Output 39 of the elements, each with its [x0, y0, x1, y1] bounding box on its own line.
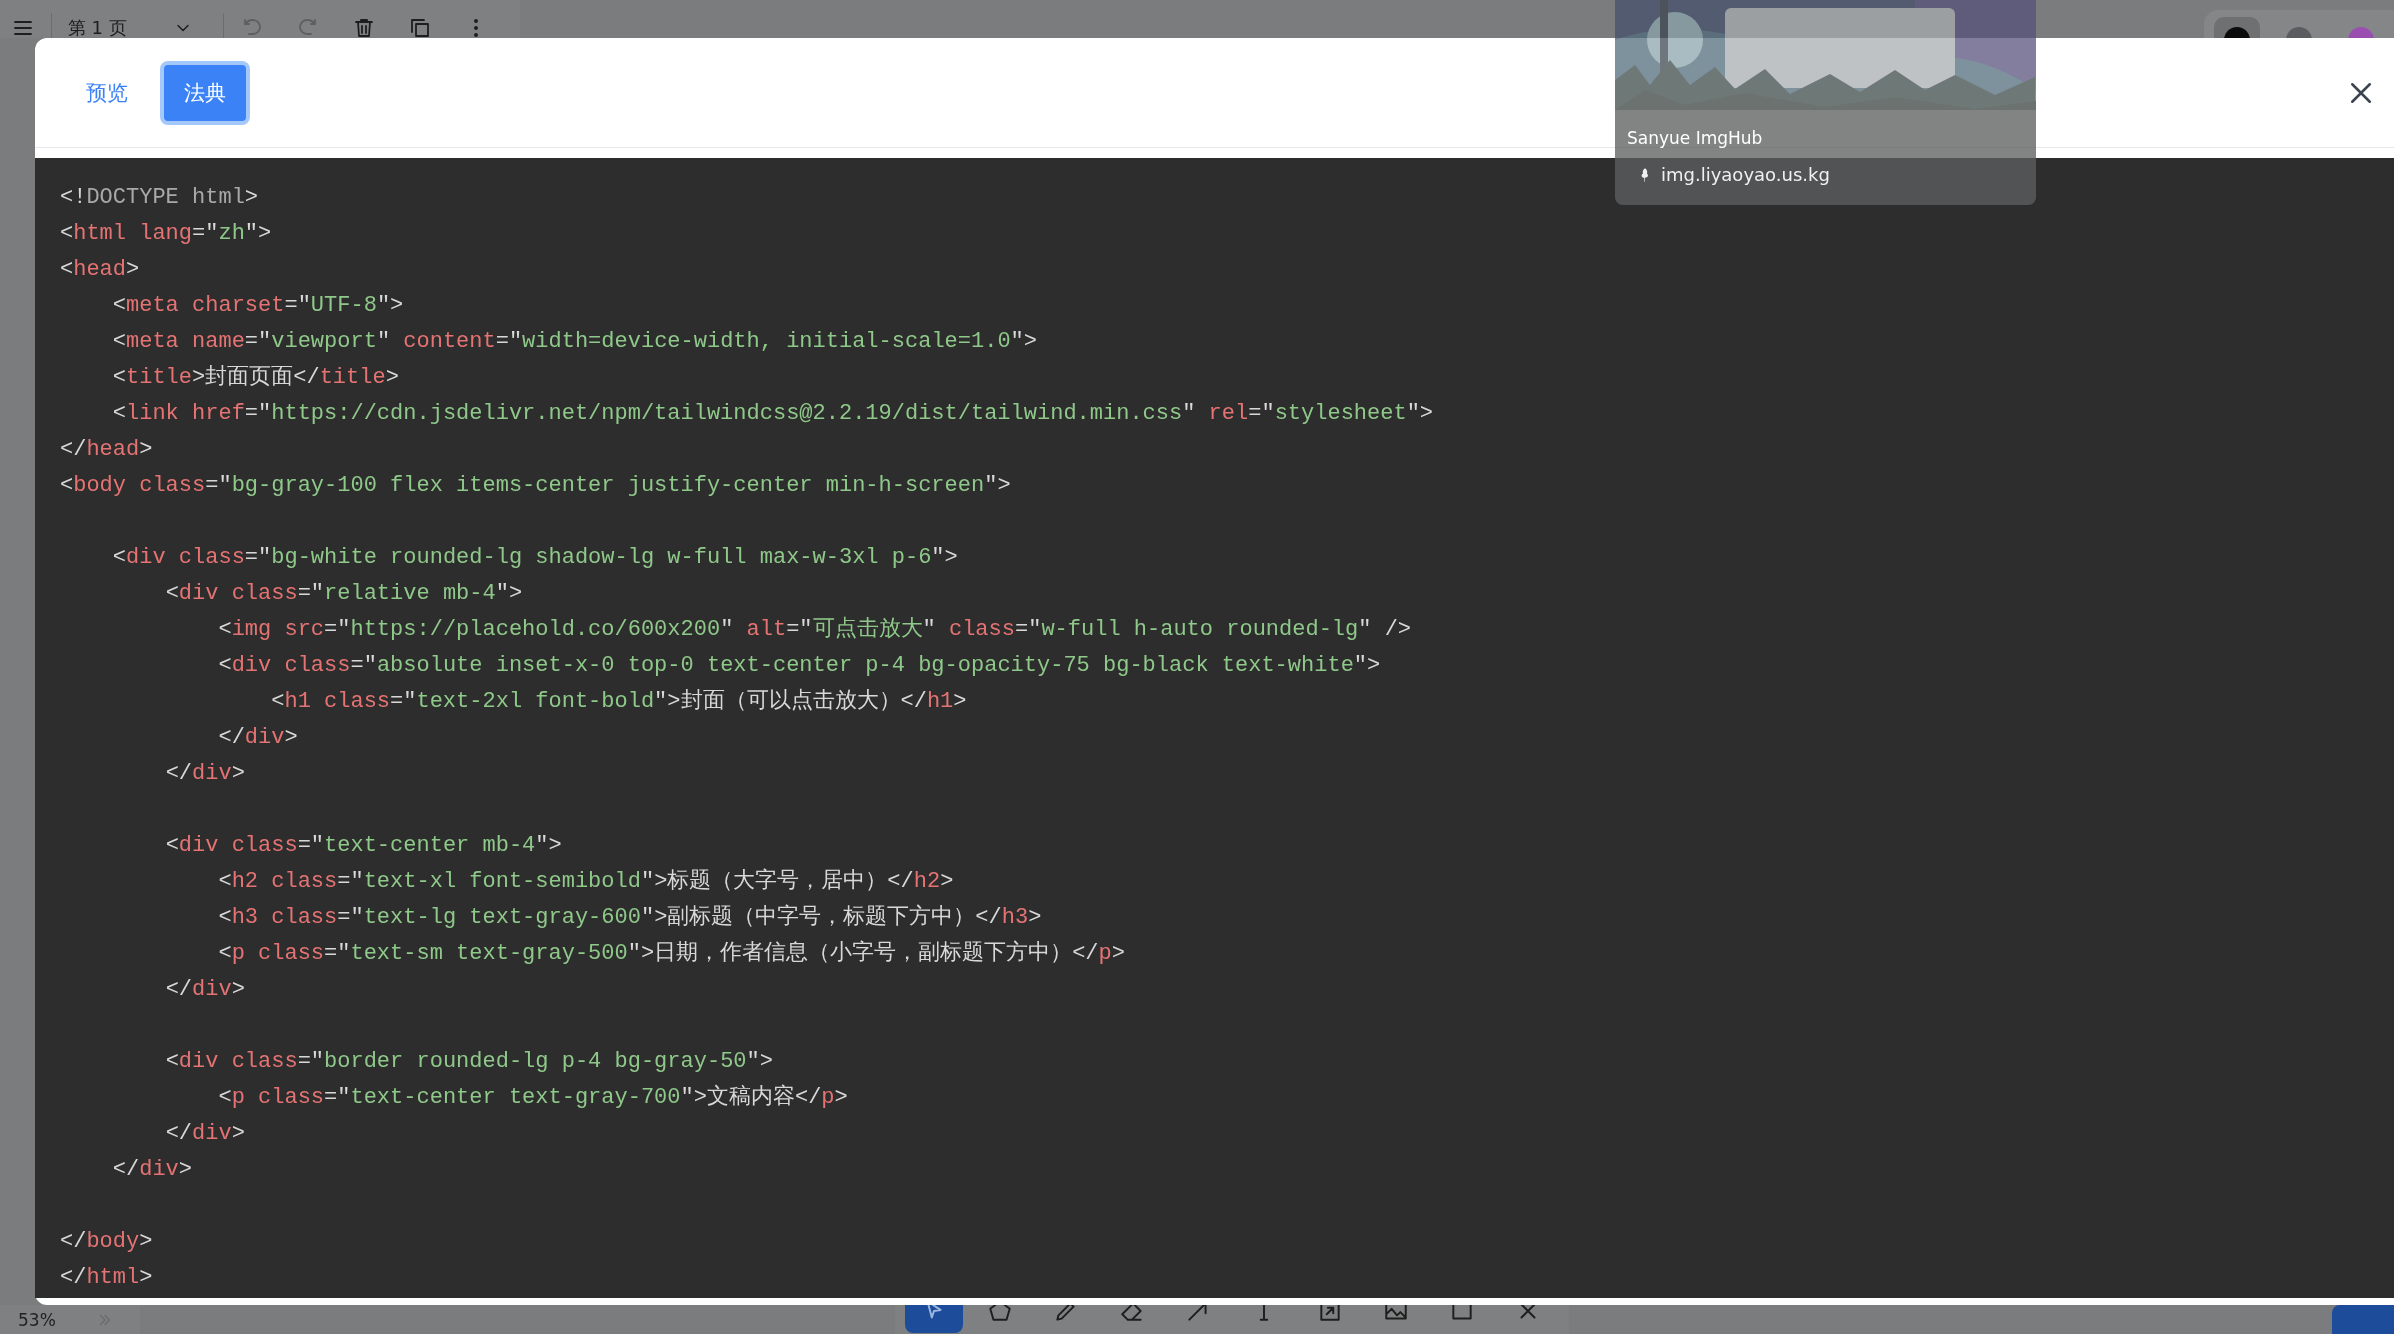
code-line: </div> [164, 760, 245, 788]
code-line: <body class="bg-gray-100 flex items-center justify-center min-h-screen"> [60, 472, 1011, 500]
page-dropdown[interactable]: 第 1 页 [67, 16, 204, 38]
code-line: <div class="text-center mb-4"> [164, 832, 562, 860]
code-line: <!DOCTYPE html> [60, 184, 259, 212]
tab[interactable]: 预览 [62, 60, 152, 125]
export-icon [1317, 1305, 1343, 1324]
card-url: img.liyaoyao.us.kg [1661, 164, 1830, 185]
code-line: </html> [60, 1264, 153, 1292]
eraser-icon [1119, 1305, 1145, 1324]
zoom-level: 53% [18, 1309, 56, 1330]
code-line: <h2 class="text-xl font-semibold">标题（大字号，居中）</h2> [217, 867, 954, 896]
tab[interactable]: 法典 [160, 60, 250, 125]
code-line: </div> [217, 724, 298, 752]
image-card[interactable]: Sanyue ImgHub img.liyaoyao.us.kg [1615, 0, 2036, 205]
code-line: <div class="absolute inset-x-0 top-0 text-center p-4 bg-opacity-75 bg-black text-white"> [217, 652, 1381, 680]
code-line: <link href="https://cdn.jsdelivr.net/npm/tailwindcss@2.2.19/dist/tailwind.min.css" rel="stylesheet"> [111, 400, 1434, 428]
code-line: </div> [164, 1120, 245, 1148]
copy-icon[interactable] [408, 16, 432, 38]
code-line: <title>封面页面</title> [111, 364, 399, 392]
code-line: </div> [111, 1156, 193, 1184]
code-line: <html lang="zh"> [60, 220, 272, 248]
code-line: <div class="border rounded-lg p-4 bg-gray-50"> [164, 1048, 773, 1076]
pentagon-icon [987, 1305, 1013, 1324]
code-line: <meta charset="UTF-8"> [111, 292, 404, 320]
code-line: <h3 class="text-lg text-gray-600">副标题（中字号，标题下方中）</h3> [217, 903, 1042, 932]
code-line: <p class="text-sm text-gray-500">日期，作者信息（小字号，副标题下方中）</p> [217, 939, 1125, 968]
code-line: </div> [164, 976, 245, 1004]
code-line: <p class="text-center text-gray-700">文稿内容</p> [217, 1083, 848, 1112]
code-line: </head> [60, 436, 153, 464]
code-line: <h1 class="text-2xl font-bold">封面（可以点击放大）</h1> [270, 687, 967, 716]
trash-icon[interactable] [352, 16, 376, 38]
code-line: </body> [60, 1228, 153, 1256]
code-line: <div class="bg-white rounded-lg shadow-lg w-full max-w-3xl p-6"> [111, 544, 958, 572]
code-line: <head> [60, 256, 140, 284]
code-line: <meta name="viewport" content="width=device-width, initial-scale=1.0"> [111, 328, 1037, 356]
code-line: <div class="relative mb-4"> [164, 580, 523, 608]
code-line: <img src="https://placehold.co/600x200" alt="可点击放大" class="w-full h-auto rounded-lg" /> [217, 615, 1412, 644]
card-title: Sanyue ImgHub [1627, 128, 1764, 148]
